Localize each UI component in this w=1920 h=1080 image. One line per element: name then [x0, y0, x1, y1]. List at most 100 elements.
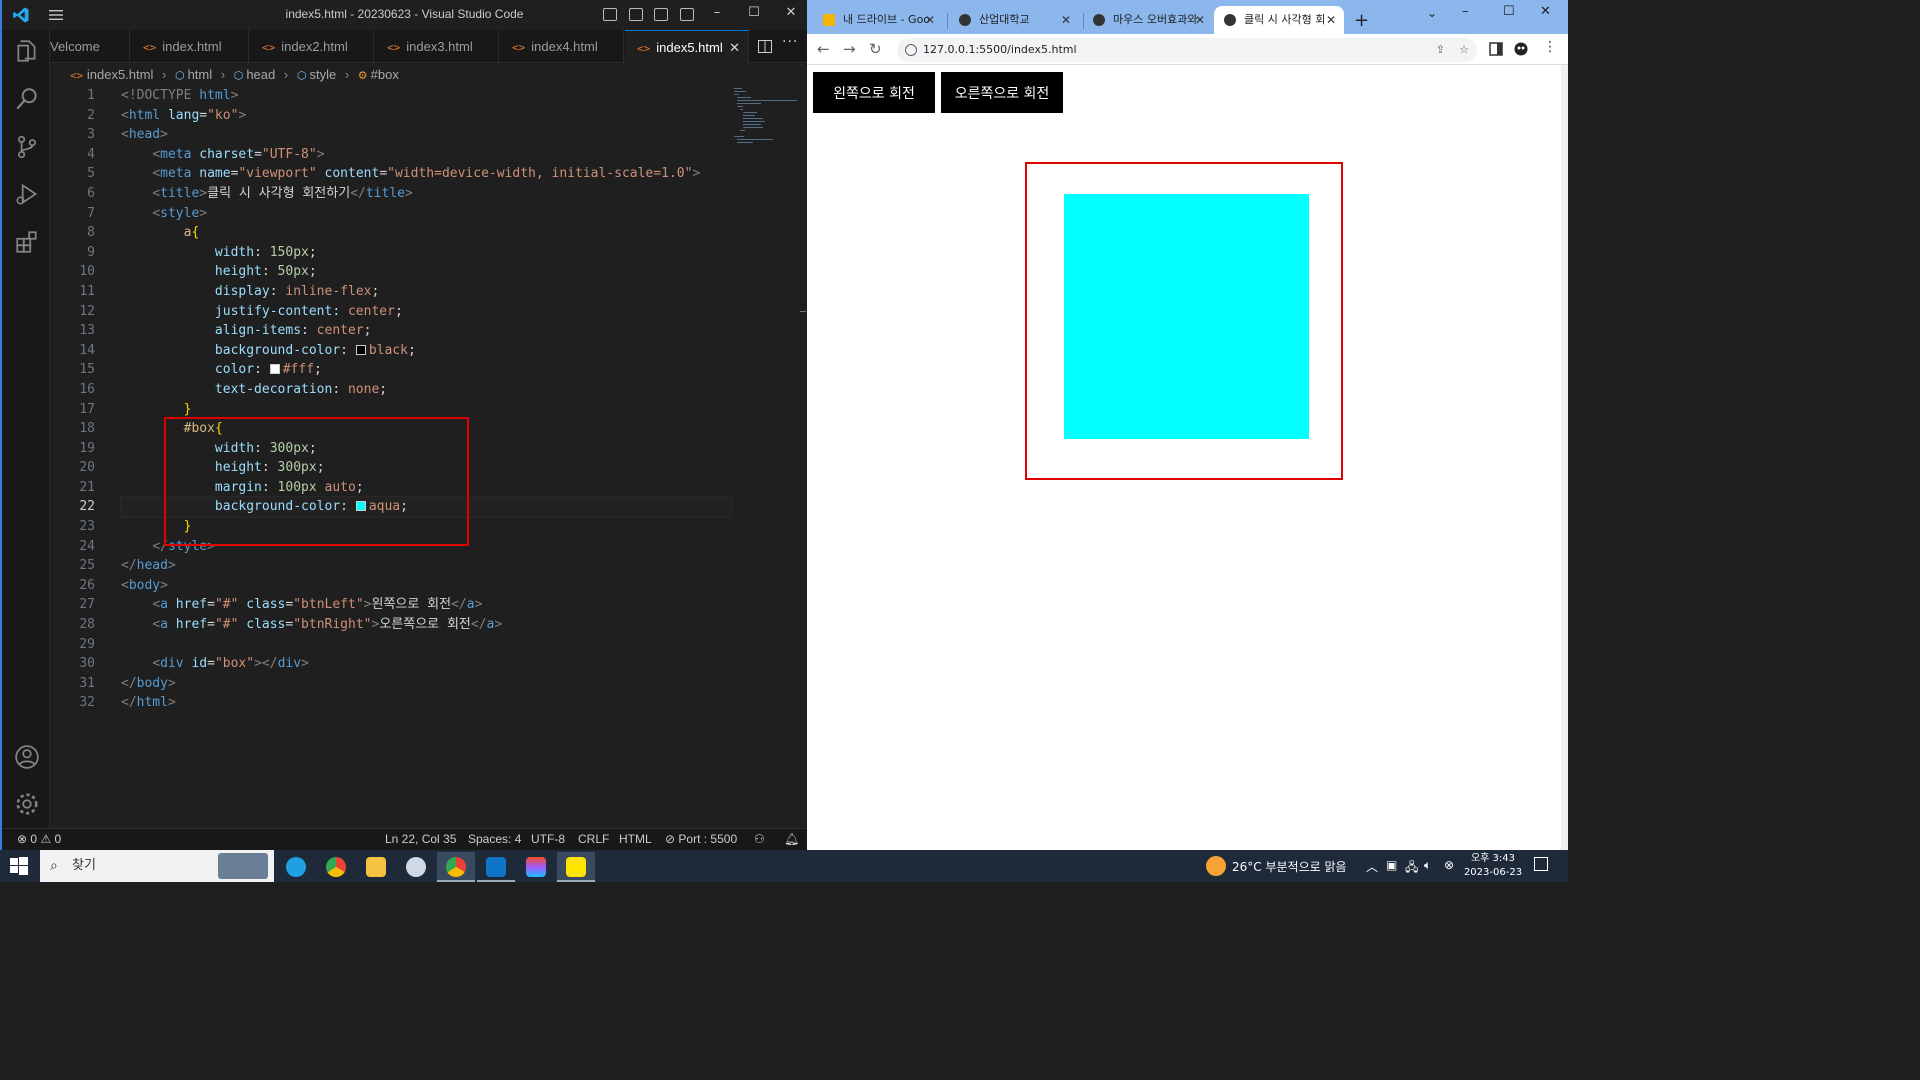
- color-swatch-icon[interactable]: [355, 344, 366, 355]
- code-line[interactable]: <a href="#" class="btnRight">오른쪽으로 회전</a…: [121, 615, 731, 635]
- code-line[interactable]: width: 300px;: [121, 439, 731, 459]
- tab-close-icon[interactable]: ✕: [729, 31, 740, 64]
- site-info-icon[interactable]: [905, 44, 917, 56]
- chrome-tab-university[interactable]: 산업대학교 ✕: [949, 6, 1079, 34]
- taskbar-edge[interactable]: [277, 852, 315, 882]
- code-line[interactable]: <title>클릭 시 사각형 회전하기</title>: [121, 184, 731, 204]
- code-line[interactable]: </style>: [121, 537, 731, 557]
- taskbar-chrome[interactable]: [317, 852, 355, 882]
- address-bar[interactable]: 127.0.0.1:5500/index5.html ⇪ ☆: [897, 38, 1477, 62]
- back-arrow-icon[interactable]: ←: [817, 40, 830, 58]
- problems-indicator[interactable]: ⊗ 0 ⚠ 0: [17, 829, 61, 850]
- toggle-panel-icon[interactable]: [629, 8, 643, 21]
- code-line[interactable]: color: #fff;: [121, 360, 731, 380]
- customize-layout-icon[interactable]: [680, 8, 694, 21]
- code-line[interactable]: <!DOCTYPE html>: [121, 86, 731, 106]
- code-line[interactable]: }: [121, 400, 731, 420]
- chrome-tab-rotate[interactable]: 클릭 시 사각형 회 ✕: [1214, 6, 1344, 34]
- code-line[interactable]: [121, 635, 731, 655]
- toggle-sidebar-icon[interactable]: [603, 8, 617, 21]
- extensions-icon[interactable]: [14, 229, 40, 255]
- taskbar-figma[interactable]: [517, 852, 555, 882]
- code-line[interactable]: a{: [121, 223, 731, 243]
- run-debug-icon[interactable]: [14, 181, 40, 207]
- code-line[interactable]: <html lang="ko">: [121, 106, 731, 126]
- code-line[interactable]: <meta charset="UTF-8">: [121, 145, 731, 165]
- code-lines[interactable]: <!DOCTYPE html> <html lang="ko"> <head> <m…: [120, 86, 732, 713]
- taskbar-chrome-active[interactable]: [437, 852, 475, 882]
- accounts-icon[interactable]: ⚇: [754, 829, 765, 850]
- chrome-tab-drive[interactable]: 내 드라이브 - Goo ✕: [813, 6, 943, 34]
- breadcrumb-file[interactable]: index5.html: [87, 67, 153, 82]
- tab-search-chevron-icon[interactable]: ⌄: [1427, 6, 1437, 20]
- editor-scrollbar[interactable]: [800, 311, 806, 312]
- code-line[interactable]: width: 150px;: [121, 243, 731, 263]
- chrome-maximize-icon[interactable]: ☐: [1503, 4, 1515, 19]
- code-line[interactable]: <div id="box"></div>: [121, 654, 731, 674]
- code-line[interactable]: </head>: [121, 556, 731, 576]
- tab-close-icon[interactable]: ✕: [1061, 6, 1071, 34]
- chrome-close-icon[interactable]: ✕: [1540, 4, 1551, 19]
- toggle-secondary-sidebar-icon[interactable]: [654, 8, 668, 21]
- notifications-bell-icon[interactable]: 🔔︎: [784, 829, 799, 850]
- code-line[interactable]: <meta name="viewport" content="width=dev…: [121, 164, 731, 184]
- taskbar-clock[interactable]: 오후 3:43 2023-06-23: [1462, 852, 1524, 880]
- source-control-icon[interactable]: [14, 134, 40, 160]
- encoding[interactable]: UTF-8: [531, 829, 565, 850]
- rotate-right-button[interactable]: 오른쪽으로 회전: [941, 72, 1063, 113]
- code-line[interactable]: <body>: [121, 576, 731, 596]
- end-of-line[interactable]: CRLF: [578, 829, 609, 850]
- code-line[interactable]: <style>: [121, 204, 731, 224]
- breadcrumb-head[interactable]: head: [246, 67, 275, 82]
- taskbar-file-explorer[interactable]: [357, 852, 395, 882]
- taskbar-kakaotalk[interactable]: [557, 852, 595, 882]
- explorer-icon[interactable]: [14, 38, 40, 64]
- settings-gear-icon[interactable]: [14, 791, 40, 817]
- tray-meet-icon[interactable]: ▣: [1386, 858, 1397, 872]
- taskbar-vscode[interactable]: [477, 852, 515, 882]
- chrome-minimize-icon[interactable]: –: [1462, 4, 1469, 19]
- breadcrumb-html[interactable]: html: [188, 67, 213, 82]
- live-server-status[interactable]: ⊘ Port : 5500: [665, 829, 737, 850]
- weather-text[interactable]: 26°C 부분적으로 맑음: [1232, 858, 1347, 875]
- minimap[interactable]: [732, 86, 797, 146]
- page-scrollbar[interactable]: [1561, 65, 1568, 850]
- chrome-menu-icon[interactable]: ⋮: [1543, 39, 1557, 55]
- tab-close-icon[interactable]: ✕: [925, 6, 935, 34]
- network-icon[interactable]: 🖧︎: [1405, 858, 1418, 879]
- code-line[interactable]: height: 50px;: [121, 262, 731, 282]
- tab-close-icon[interactable]: ✕: [1326, 6, 1336, 34]
- breadcrumb-box[interactable]: #box: [371, 67, 399, 82]
- code-line[interactable]: margin: 100px auto;: [121, 478, 731, 498]
- notification-center-icon[interactable]: [1534, 857, 1548, 871]
- forward-arrow-icon[interactable]: →: [843, 40, 856, 58]
- language-mode[interactable]: HTML: [619, 829, 652, 850]
- tab-close-icon[interactable]: ✕: [1195, 6, 1205, 34]
- tab-index[interactable]: <> index.html: [131, 30, 249, 63]
- code-line[interactable]: #box{: [121, 419, 731, 439]
- code-line[interactable]: align-items: center;: [121, 321, 731, 341]
- taskbar-app[interactable]: [397, 852, 435, 882]
- bookmark-star-icon[interactable]: ☆: [1459, 38, 1469, 62]
- account-icon[interactable]: [14, 744, 40, 770]
- more-actions-icon[interactable]: ···: [782, 34, 798, 50]
- windows-start-icon[interactable]: [10, 857, 28, 875]
- tab-index4[interactable]: <> index4.html: [500, 30, 624, 63]
- code-line[interactable]: }: [121, 517, 731, 537]
- new-tab-plus-icon[interactable]: +: [1354, 10, 1369, 31]
- indentation[interactable]: Spaces: 4: [468, 829, 521, 850]
- reload-icon[interactable]: ↻: [869, 40, 882, 58]
- search-icon[interactable]: [14, 86, 40, 112]
- tab-index5[interactable]: <> index5.html ✕: [625, 30, 749, 63]
- share-icon[interactable]: ⇪: [1436, 38, 1445, 62]
- tab-welcome[interactable]: Velcome: [50, 30, 130, 63]
- code-line[interactable]: background-color: black;: [121, 341, 731, 361]
- split-editor-icon[interactable]: [758, 40, 772, 53]
- code-line[interactable]: <a href="#" class="btnLeft">왼쪽으로 회전</a>: [121, 595, 731, 615]
- tray-chevron-up-icon[interactable]: ︿: [1366, 858, 1378, 875]
- minimize-icon[interactable]: –: [707, 5, 727, 20]
- code-line[interactable]: </body>: [121, 674, 731, 694]
- tab-index2[interactable]: <> index2.html: [250, 30, 374, 63]
- code-line[interactable]: text-decoration: none;: [121, 380, 731, 400]
- color-swatch-icon[interactable]: [355, 501, 366, 512]
